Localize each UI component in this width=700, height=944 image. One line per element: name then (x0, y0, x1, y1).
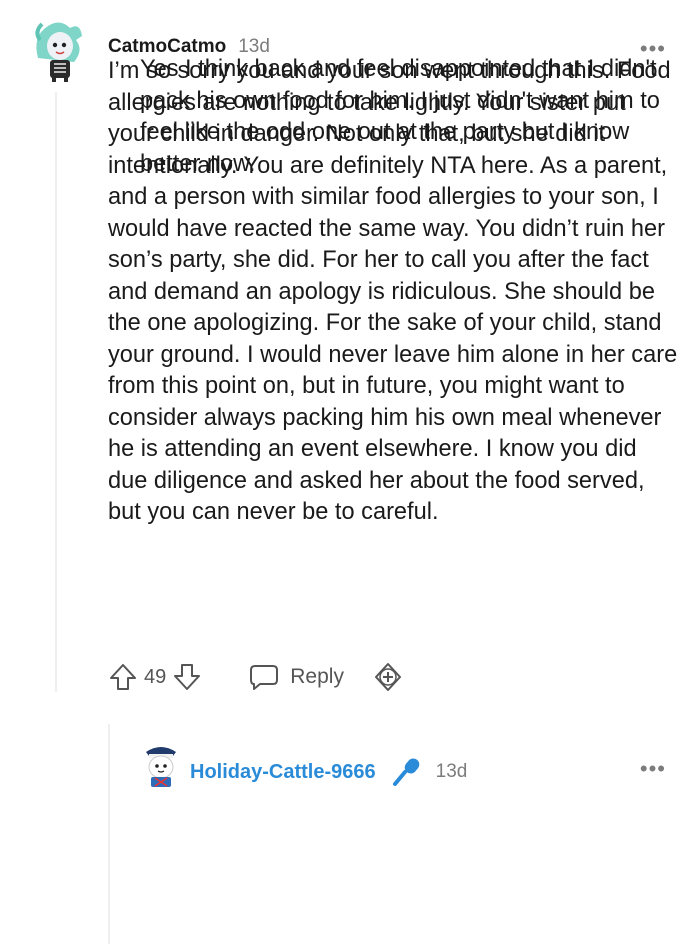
reply-button[interactable]: Reply (248, 662, 344, 692)
reply-label: Reply (290, 665, 344, 688)
reply-author-name[interactable]: Holiday-Cattle-9666 (190, 761, 376, 784)
reply-avatar[interactable] (140, 740, 182, 788)
reply-header: Holiday-Cattle-9666 13d (190, 756, 467, 788)
microphone-icon (390, 756, 422, 788)
upvote-icon[interactable] (108, 662, 138, 692)
more-options-icon[interactable]: ••• (640, 38, 666, 60)
reply-more-options-icon[interactable]: ••• (640, 758, 666, 780)
comment-actions: 49 Reply (108, 660, 404, 694)
avatar[interactable] (30, 18, 86, 82)
reply-timestamp[interactable]: 13d (436, 761, 468, 783)
reply-body: Yes I think back and feel disappointed t… (140, 54, 680, 180)
reply-text: Yes I think back and feel disappointed t… (140, 56, 660, 177)
downvote-icon[interactable] (172, 662, 202, 692)
vote-count: 49 (144, 665, 167, 688)
award-plus-icon[interactable] (372, 661, 404, 693)
thread-line[interactable] (55, 92, 57, 692)
thread-line-reply[interactable] (108, 724, 110, 944)
reply-bubble-icon (248, 662, 280, 692)
